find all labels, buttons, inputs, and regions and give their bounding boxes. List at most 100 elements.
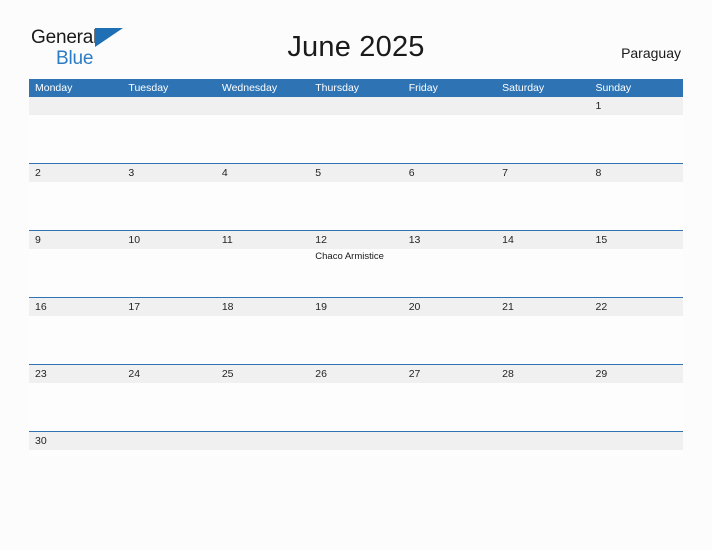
day-cell-empty bbox=[496, 432, 589, 456]
weekday-header-sunday: Sunday bbox=[595, 82, 632, 94]
day-cell-empty bbox=[403, 97, 496, 163]
day-cell-19[interactable]: 19 bbox=[309, 298, 402, 364]
calendar-week-row: 23 24 25 26 27 28 29 bbox=[29, 364, 683, 431]
day-number: 7 bbox=[502, 167, 508, 179]
day-number: 14 bbox=[502, 234, 514, 246]
day-events: Chaco Armistice bbox=[315, 249, 402, 263]
day-number: 18 bbox=[221, 301, 234, 313]
day-number bbox=[409, 97, 496, 115]
day-cell-12[interactable]: 12 Chaco Armistice bbox=[309, 231, 402, 297]
day-cell-empty bbox=[309, 432, 402, 456]
calendar-grid: Monday Tuesday Wednesday Thursday Friday Satu… bbox=[29, 79, 683, 456]
day-number bbox=[315, 432, 402, 450]
day-cell-7[interactable]: 7 bbox=[496, 164, 589, 230]
week-row-cells: 9 10 11 12 Chaco Armistice 13 14 15 bbox=[29, 231, 683, 297]
day-number: 24 bbox=[128, 368, 141, 380]
week-row-cells: 1 bbox=[29, 97, 683, 163]
day-number: 9 bbox=[35, 234, 41, 246]
day-cell-24[interactable]: 24 bbox=[122, 365, 215, 431]
weekday-header-saturday: Saturday bbox=[502, 82, 545, 94]
day-cell-13[interactable]: 13 bbox=[403, 231, 496, 297]
day-cell-6[interactable]: 6 bbox=[403, 164, 496, 230]
day-cell-empty bbox=[29, 97, 122, 163]
day-cell-4[interactable]: 4 bbox=[216, 164, 309, 230]
event-label[interactable]: Chaco Armistice bbox=[315, 251, 402, 263]
day-cell-1[interactable]: 1 bbox=[590, 97, 683, 163]
day-number: 10 bbox=[128, 234, 141, 246]
day-cell-5[interactable]: 5 bbox=[309, 164, 402, 230]
day-number bbox=[409, 432, 496, 450]
calendar-week-row: 16 17 18 19 20 21 22 bbox=[29, 297, 683, 364]
day-number: 20 bbox=[408, 301, 421, 313]
day-number: 3 bbox=[128, 167, 135, 179]
day-number: 19 bbox=[315, 301, 327, 313]
day-cell-23[interactable]: 23 bbox=[29, 365, 122, 431]
day-cell-empty bbox=[496, 97, 589, 163]
day-number: 21 bbox=[502, 301, 514, 313]
weekday-header-monday: Monday bbox=[35, 82, 73, 94]
day-cell-empty bbox=[122, 97, 215, 163]
week-row-cells: 30 bbox=[29, 432, 683, 456]
day-number: 30 bbox=[35, 435, 47, 447]
week-row-cells: 2 3 4 5 6 7 8 bbox=[29, 164, 683, 230]
day-number bbox=[596, 432, 683, 450]
day-cell-16[interactable]: 16 bbox=[29, 298, 122, 364]
day-cell-28[interactable]: 28 bbox=[496, 365, 589, 431]
day-number bbox=[502, 97, 589, 115]
day-number: 17 bbox=[128, 301, 141, 313]
calendar-week-row: 9 10 11 12 Chaco Armistice 13 14 15 bbox=[29, 230, 683, 297]
page-header: General Blue June 2025 Paraguay bbox=[0, 0, 712, 69]
day-cell-11[interactable]: 11 bbox=[216, 231, 309, 297]
day-number: 16 bbox=[35, 301, 47, 313]
week-row-cells: 23 24 25 26 27 28 29 bbox=[29, 365, 683, 431]
day-cell-20[interactable]: 20 bbox=[403, 298, 496, 364]
day-cell-10[interactable]: 10 bbox=[122, 231, 215, 297]
week-row-cells: 16 17 18 19 20 21 22 bbox=[29, 298, 683, 364]
day-number bbox=[128, 432, 215, 450]
day-cell-25[interactable]: 25 bbox=[216, 365, 309, 431]
day-number: 28 bbox=[502, 368, 514, 380]
day-cell-26[interactable]: 26 bbox=[309, 365, 402, 431]
day-number: 5 bbox=[315, 167, 322, 179]
day-cell-empty bbox=[122, 432, 215, 456]
country-label: Paraguay bbox=[621, 45, 681, 61]
day-number: 29 bbox=[595, 368, 608, 380]
calendar-week-row: 2 3 4 5 6 7 8 bbox=[29, 163, 683, 230]
weekday-header-friday: Friday bbox=[408, 82, 438, 94]
day-number: 6 bbox=[408, 167, 415, 179]
day-cell-14[interactable]: 14 bbox=[496, 231, 589, 297]
day-cell-27[interactable]: 27 bbox=[403, 365, 496, 431]
day-cell-30[interactable]: 30 bbox=[29, 432, 122, 456]
day-cell-22[interactable]: 22 bbox=[590, 298, 683, 364]
day-cell-21[interactable]: 21 bbox=[496, 298, 589, 364]
day-cell-15[interactable]: 15 bbox=[590, 231, 683, 297]
day-cell-9[interactable]: 9 bbox=[29, 231, 122, 297]
weekday-header-row: Monday Tuesday Wednesday Thursday Friday Satu… bbox=[29, 79, 683, 97]
day-number: 27 bbox=[408, 368, 421, 380]
weekday-header-tuesday: Tuesday bbox=[128, 82, 169, 94]
weekday-header-wednesday: Wednesday bbox=[221, 82, 278, 94]
day-number: 26 bbox=[315, 368, 327, 380]
day-number bbox=[128, 97, 215, 115]
page-title: June 2025 bbox=[287, 31, 425, 63]
day-cell-8[interactable]: 8 bbox=[590, 164, 683, 230]
day-cell-29[interactable]: 29 bbox=[590, 365, 683, 431]
day-cell-18[interactable]: 18 bbox=[216, 298, 309, 364]
day-number: 25 bbox=[221, 368, 234, 380]
day-number: 12 bbox=[315, 234, 327, 246]
day-cell-empty bbox=[309, 97, 402, 163]
day-number: 11 bbox=[221, 234, 233, 246]
day-number bbox=[35, 97, 122, 115]
day-number: 4 bbox=[221, 167, 228, 179]
weekday-header-thursday: Thursday bbox=[315, 82, 360, 94]
day-cell-3[interactable]: 3 bbox=[122, 164, 215, 230]
day-number bbox=[315, 97, 402, 115]
calendar-weeks: 1 2 3 4 5 6 7 8 9 10 11 12 Chaco Armistice 13 14 15 16 17… bbox=[29, 97, 683, 456]
day-number bbox=[222, 432, 309, 450]
day-number: 2 bbox=[35, 167, 41, 179]
day-number: 8 bbox=[595, 167, 602, 179]
day-cell-17[interactable]: 17 bbox=[122, 298, 215, 364]
day-cell-2[interactable]: 2 bbox=[29, 164, 122, 230]
day-cell-empty bbox=[403, 432, 496, 456]
calendar-week-row: 1 bbox=[29, 97, 683, 163]
